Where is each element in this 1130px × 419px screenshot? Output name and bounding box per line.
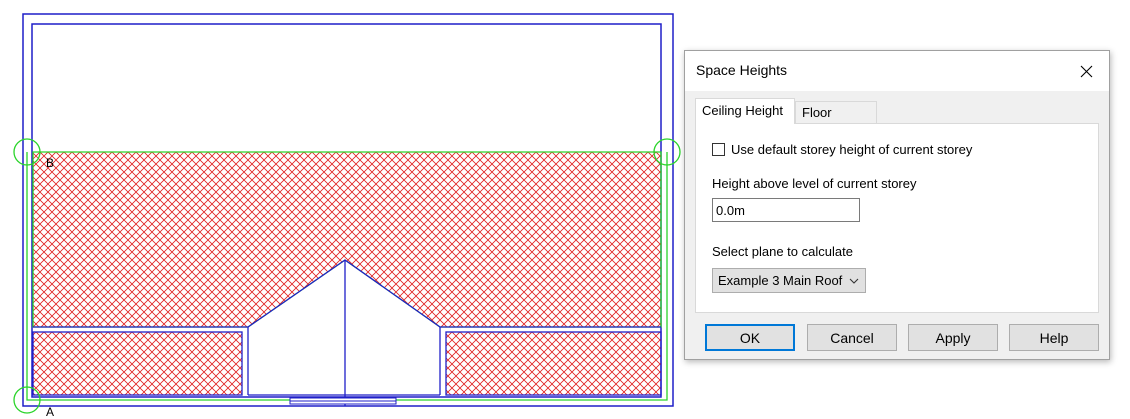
close-button[interactable] bbox=[1063, 51, 1109, 91]
dialog-title-bar[interactable]: Space Heights bbox=[685, 51, 1109, 91]
grid-label-b: B bbox=[46, 156, 54, 170]
space-heights-dialog: Space Heights Ceiling Height Floor Heigh… bbox=[684, 50, 1110, 360]
use-default-checkbox[interactable] bbox=[712, 143, 725, 156]
cancel-button[interactable]: Cancel bbox=[807, 324, 897, 351]
roof-plane-left[interactable] bbox=[32, 331, 243, 396]
use-default-label: Use default storey height of current sto… bbox=[731, 142, 973, 157]
plane-label: Select plane to calculate bbox=[712, 244, 853, 259]
dialog-title: Space Heights bbox=[696, 62, 788, 78]
grid-label-a: A bbox=[46, 405, 54, 419]
tab-ceiling-height[interactable]: Ceiling Height bbox=[695, 98, 795, 124]
chevron-down-icon bbox=[843, 278, 865, 284]
roof-plane-main[interactable] bbox=[32, 151, 662, 328]
floor-plan-drawing[interactable]: B A bbox=[0, 0, 684, 419]
help-button[interactable]: Help bbox=[1009, 324, 1099, 351]
apply-button[interactable]: Apply bbox=[908, 324, 998, 351]
roof-plane-right[interactable] bbox=[445, 331, 662, 396]
close-icon bbox=[1080, 65, 1092, 77]
plane-select[interactable]: Example 3 Main Roof bbox=[712, 268, 866, 293]
height-input[interactable] bbox=[712, 198, 860, 222]
height-label: Height above level of current storey bbox=[712, 176, 917, 191]
tab-floor-height[interactable]: Floor Height bbox=[795, 101, 877, 142]
ok-button[interactable]: OK bbox=[705, 324, 795, 351]
use-default-row[interactable]: Use default storey height of current sto… bbox=[712, 142, 972, 157]
plane-select-value: Example 3 Main Roof bbox=[718, 273, 843, 288]
